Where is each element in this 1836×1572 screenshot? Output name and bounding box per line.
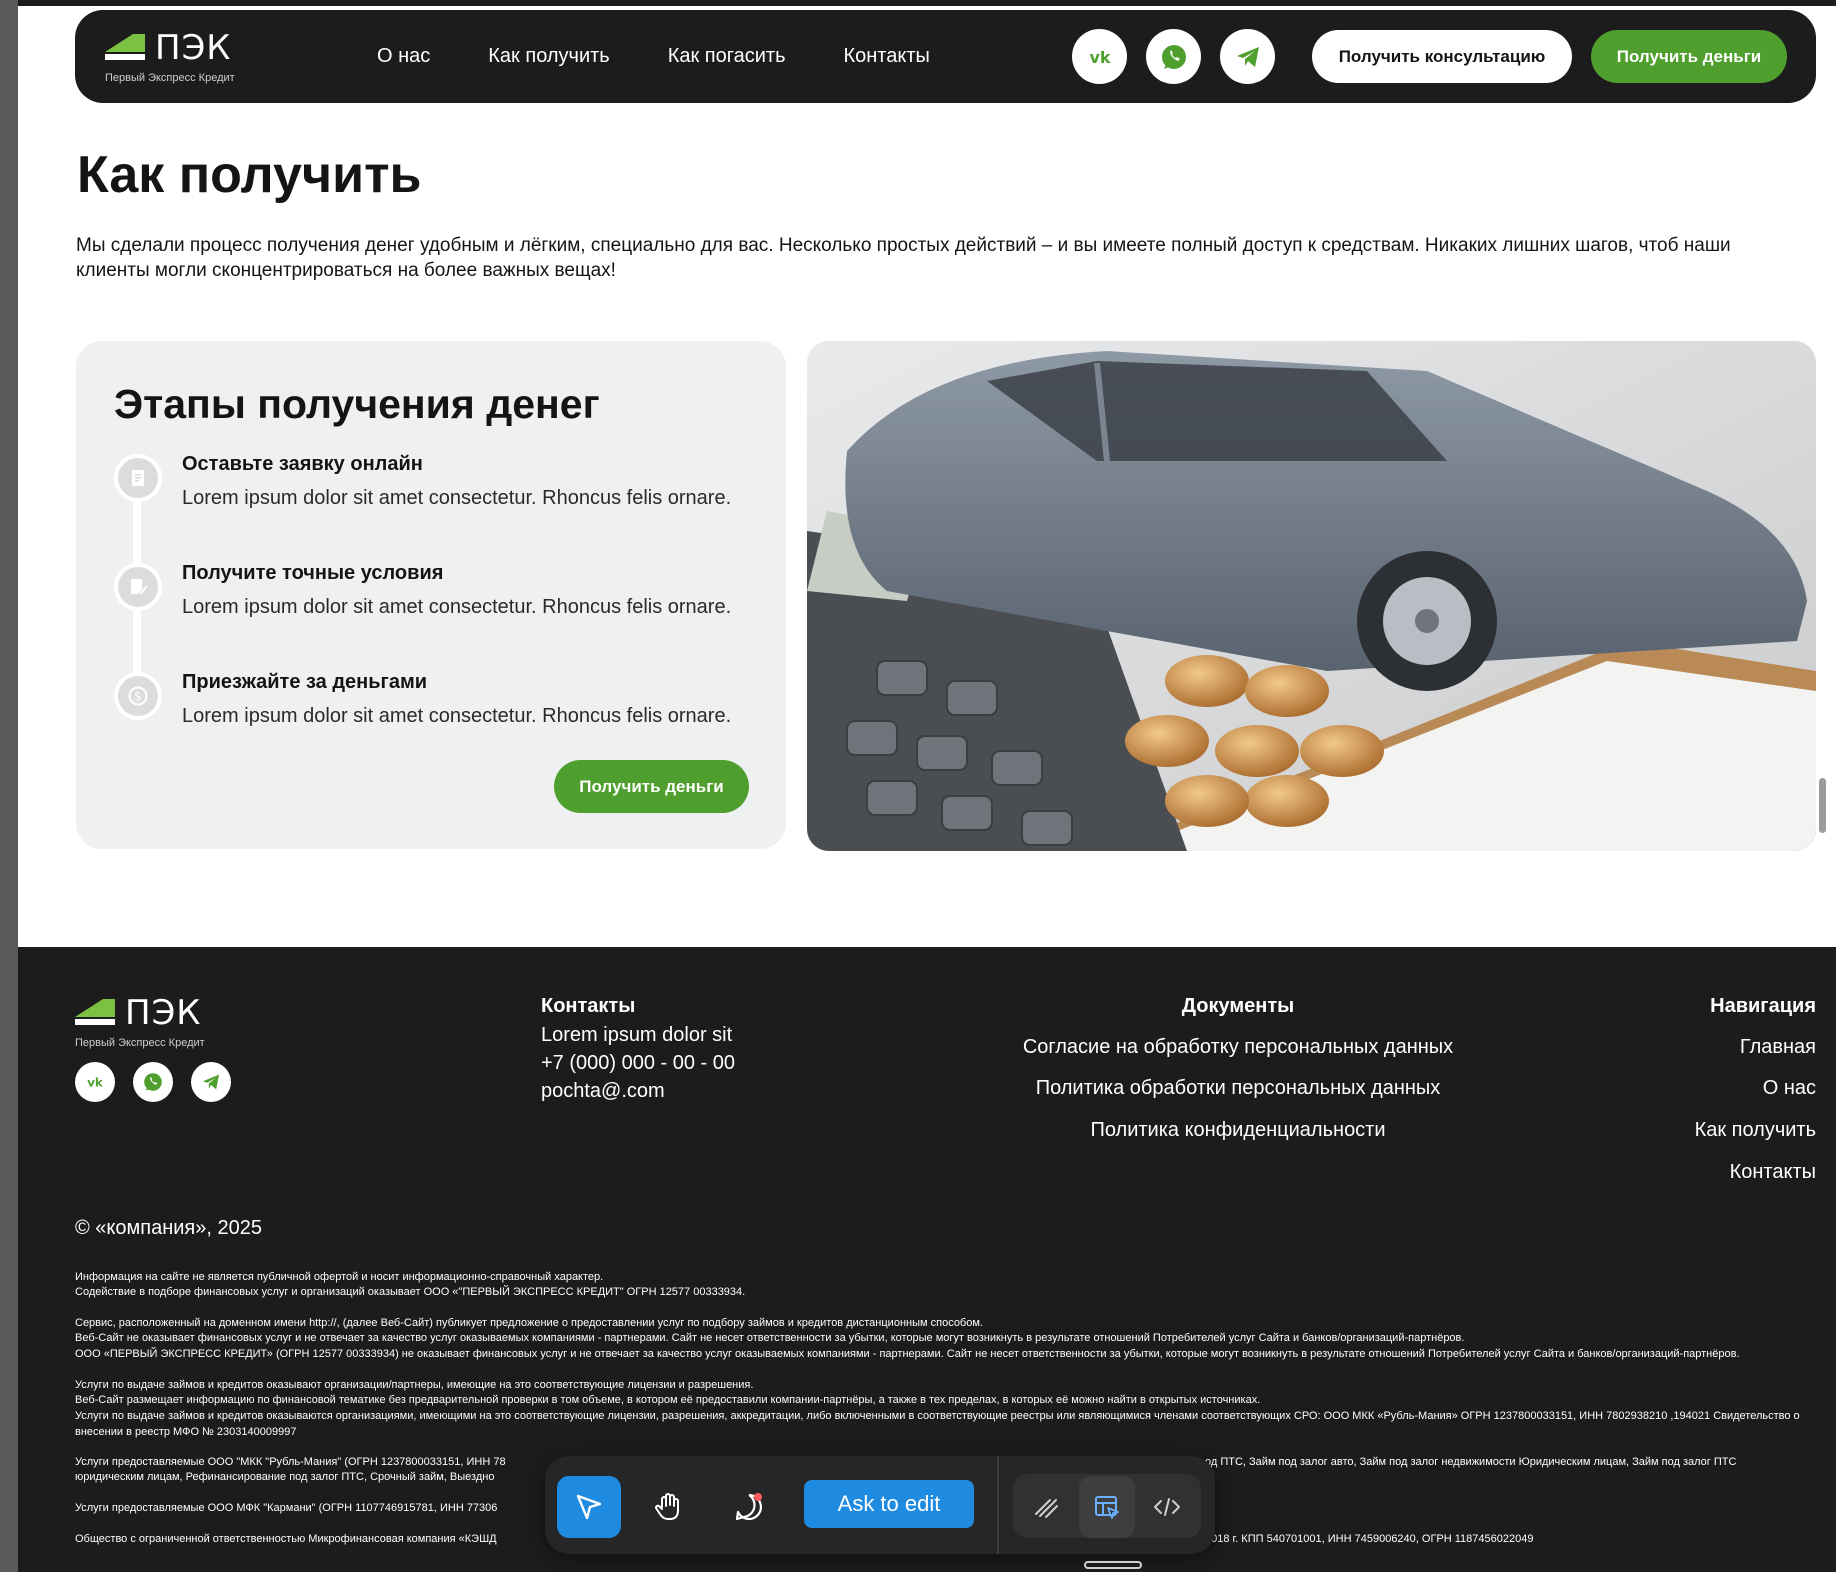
telegram-icon xyxy=(202,1074,220,1090)
step-3-badge: $ xyxy=(114,672,162,720)
telegram-button[interactable] xyxy=(1220,29,1275,84)
step-2-badge xyxy=(114,563,162,611)
logo-wordmark: ПЭК xyxy=(125,993,202,1033)
edit-document-icon xyxy=(131,579,149,596)
footer-phone[interactable]: +7 (000) 000 - 00 - 00 xyxy=(541,1052,735,1075)
legal-line: Содействие в подборе финансовых услуг и … xyxy=(75,1286,746,1298)
layout-select-icon xyxy=(1095,1496,1119,1519)
footer-contacts-heading: Контакты xyxy=(541,995,636,1017)
top-edge xyxy=(18,0,1836,6)
step-3-text: Lorem ipsum dolor sit amet consectetur. … xyxy=(182,705,732,727)
footer-logo[interactable]: ПЭК Первый Экспресс Кредит xyxy=(75,993,225,1053)
whatsapp-icon xyxy=(144,1073,162,1091)
logo-mark-icon xyxy=(75,999,115,1025)
footer-nav-contacts[interactable]: Контакты xyxy=(1730,1161,1816,1184)
svg-text:vk: vk xyxy=(1089,48,1110,67)
legal-line: Общество с ограниченной ответственностью… xyxy=(75,1533,497,1545)
logo-wordmark: ПЭК xyxy=(155,28,232,68)
nav-how-to-repay[interactable]: Как погасить xyxy=(668,45,786,68)
legal-line: ООО «ПЕРВЫЙ ЭКСПРЕСС КРЕДИТ» (ОГРН 12577… xyxy=(75,1348,1740,1360)
toolbar-divider xyxy=(997,1456,999,1554)
step-1-title: Оставьте заявку онлайн xyxy=(182,453,423,475)
page-title: Как получить xyxy=(77,146,422,204)
car-calculator-coins-photo xyxy=(807,341,1816,851)
page-scrollbar[interactable] xyxy=(1819,778,1826,833)
footer-nav-about[interactable]: О нас xyxy=(1763,1077,1816,1100)
footer-documents-heading: Документы xyxy=(1181,995,1295,1017)
vk-icon: vk xyxy=(1089,48,1110,67)
footer-doc-consent[interactable]: Согласие на обработку персональных данны… xyxy=(958,1036,1518,1059)
legal-line: Услуги предоставляемые ООО "МКК "Рубль-М… xyxy=(75,1456,506,1468)
hand-tool-button[interactable] xyxy=(637,1476,701,1538)
step-2-text: Lorem ipsum dolor sit amet consectetur. … xyxy=(182,596,732,618)
intro-text: Мы сделали процесс получения денег удобн… xyxy=(76,235,1731,281)
vk-icon: vk xyxy=(87,1075,104,1089)
code-icon xyxy=(1154,1498,1180,1516)
get-consultation-button[interactable]: Получить консультацию xyxy=(1312,30,1572,83)
document-icon xyxy=(132,470,144,486)
footer-doc-processing-policy[interactable]: Политика обработки персональных данных xyxy=(958,1077,1518,1100)
main-nav: О нас Как получить Как погасить Контакты xyxy=(377,10,930,103)
footer-navigation-heading: Навигация xyxy=(1710,995,1816,1017)
footer-nav-how-to-get[interactable]: Как получить xyxy=(1695,1119,1816,1142)
svg-text:vk: vk xyxy=(87,1075,104,1089)
legal-line: Веб-Сайт не оказывает финансовых услуг и… xyxy=(75,1332,1465,1344)
comment-icon xyxy=(735,1493,762,1521)
step-3-title: Приезжайте за деньгами xyxy=(182,671,428,693)
draw-icon xyxy=(1035,1499,1058,1518)
draw-tool-button[interactable] xyxy=(1019,1476,1075,1538)
steps-get-money-button[interactable]: Получить деньги xyxy=(554,760,749,813)
footer-vk-button[interactable]: vk xyxy=(75,1062,115,1102)
layout-select-button[interactable] xyxy=(1079,1476,1135,1538)
steps-card: Этапы получения денег Оставьте заявку он… xyxy=(76,341,786,849)
code-view-button[interactable] xyxy=(1139,1476,1195,1538)
footer-telegram-button[interactable] xyxy=(191,1062,231,1102)
legal-line: юридическим лицам, Рефинансирование под … xyxy=(75,1471,495,1483)
footer-address: Lorem ipsum dolor sit xyxy=(541,1024,733,1046)
photo-illustration xyxy=(807,341,1816,851)
step-1-badge xyxy=(114,454,162,502)
step-1-text: Lorem ipsum dolor sit amet consectetur. … xyxy=(182,487,732,509)
footer-whatsapp-button[interactable] xyxy=(133,1062,173,1102)
legal-line: од ПТС, Займ под залог авто, Займ под за… xyxy=(1205,1456,1737,1468)
logo-tagline: Первый Экспресс Кредит xyxy=(105,72,235,84)
legal-line: Информация на сайте не является публично… xyxy=(75,1271,604,1283)
legal-line: Услуги по выдаче займов и кредитов оказы… xyxy=(75,1410,1800,1438)
cursor-icon xyxy=(576,1494,602,1520)
site-header: ПЭК Первый Экспресс Кредит О нас Как пол… xyxy=(75,10,1816,103)
ask-to-edit-button[interactable]: Ask to edit xyxy=(804,1480,974,1528)
header-logo[interactable]: ПЭК Первый Экспресс Кредит xyxy=(105,28,265,88)
legal-line: Услуги предоставляемые ООО МФК "Кармани"… xyxy=(75,1502,498,1514)
steps-title: Этапы получения денег xyxy=(114,381,600,427)
legal-line: 2018 г. КПП 540701001, ИНН 7459006240, О… xyxy=(1205,1533,1534,1545)
hand-icon xyxy=(655,1493,679,1520)
dollar-coin-icon: $ xyxy=(128,686,148,706)
nav-about[interactable]: О нас xyxy=(377,45,430,68)
legal-line: Веб-Сайт размещает информацию по финансо… xyxy=(75,1394,1261,1406)
whatsapp-icon xyxy=(1161,44,1186,69)
select-tool-button[interactable] xyxy=(557,1476,621,1538)
vk-button[interactable]: vk xyxy=(1072,29,1127,84)
comment-tool-button[interactable] xyxy=(717,1476,781,1538)
logo-mark-icon xyxy=(105,34,145,60)
legal-line: Сервис, расположенный на доменном имени … xyxy=(75,1317,983,1329)
whatsapp-button[interactable] xyxy=(1146,29,1201,84)
copyright: © «компания», 2025 xyxy=(75,1217,262,1239)
editor-toolbar: Ask to edit xyxy=(545,1456,1215,1554)
step-2-title: Получите точные условия xyxy=(182,562,444,584)
footer-nav-home[interactable]: Главная xyxy=(1740,1036,1816,1059)
nav-contacts[interactable]: Контакты xyxy=(843,45,929,68)
nav-how-to-get[interactable]: Как получить xyxy=(488,45,609,68)
home-indicator xyxy=(1084,1561,1142,1569)
left-window-edge xyxy=(0,0,18,1572)
header-get-money-button[interactable]: Получить деньги xyxy=(1591,30,1787,83)
footer-doc-privacy-policy[interactable]: Политика конфиденциальности xyxy=(958,1119,1518,1142)
logo-tagline: Первый Экспресс Кредит xyxy=(75,1037,205,1049)
telegram-icon xyxy=(1236,46,1259,67)
legal-line: Услуги по выдаче займов и кредитов оказы… xyxy=(75,1379,754,1391)
footer-email[interactable]: pochta@.com xyxy=(541,1080,665,1103)
svg-text:$: $ xyxy=(134,690,142,704)
